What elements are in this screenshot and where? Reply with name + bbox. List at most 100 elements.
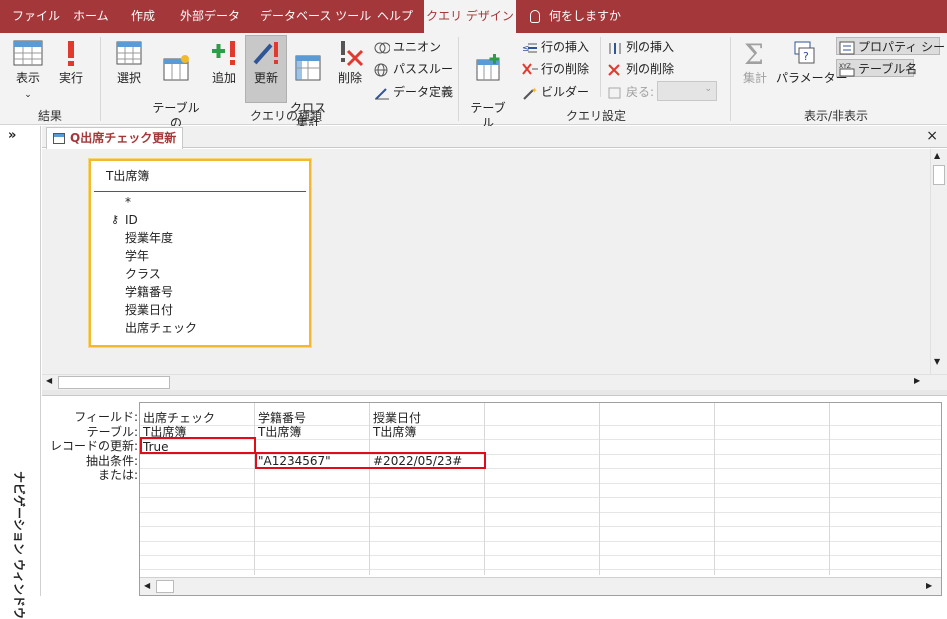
grid-row-labels: フィールド: テーブル: レコードの更新: 抽出条件: または: bbox=[42, 410, 138, 483]
show-hide-group-label: 表示/非表示 bbox=[804, 109, 869, 123]
sigma-icon: Σ bbox=[744, 39, 764, 67]
scroll-up-icon[interactable]: ▲ bbox=[934, 151, 940, 160]
return-dropdown[interactable]: ⌄ bbox=[657, 81, 717, 101]
field-list-item[interactable]: 学年 bbox=[91, 247, 309, 265]
delete-rows-button[interactable]: 行の削除 bbox=[522, 60, 589, 78]
field-list-item[interactable]: 授業日付 bbox=[91, 301, 309, 319]
return-icon bbox=[607, 86, 623, 100]
tab-query-design[interactable]: クエリ デザイン bbox=[424, 0, 516, 33]
upper-vertical-scrollbar[interactable]: ▲ ▼ bbox=[930, 149, 947, 374]
tab-home[interactable]: ホーム bbox=[73, 0, 109, 33]
grid-column[interactable]: 学籍番号 T出席簿 "A1234567" bbox=[255, 403, 370, 575]
scroll-down-icon[interactable]: ▼ bbox=[934, 357, 940, 366]
grid-column[interactable]: 授業日付 T出席簿 #2022/05/23# bbox=[370, 403, 485, 575]
grid-column[interactable] bbox=[600, 403, 715, 575]
tab-help[interactable]: ヘルプ bbox=[377, 0, 413, 33]
crosstab-icon bbox=[295, 55, 321, 81]
exclamation-icon bbox=[68, 41, 74, 66]
field-list-item[interactable]: 学籍番号 bbox=[91, 283, 309, 301]
row-label-table: テーブル: bbox=[86, 424, 138, 439]
make-table-icon bbox=[163, 55, 189, 81]
field-list-item[interactable]: * bbox=[91, 193, 309, 211]
nav-pane-toggle[interactable]: » bbox=[8, 128, 16, 143]
delete-rows-icon bbox=[522, 62, 538, 77]
tab-external-data[interactable]: 外部データ bbox=[180, 0, 240, 33]
scroll-right-icon[interactable]: ▶ bbox=[926, 581, 932, 590]
builder-button[interactable]: ✦ ビルダー bbox=[522, 83, 589, 101]
tab-query-document[interactable]: Q出席チェック更新 bbox=[46, 127, 184, 149]
separator bbox=[730, 37, 731, 121]
grid-column[interactable] bbox=[715, 403, 830, 575]
chevron-down-icon: ⌄ bbox=[24, 90, 32, 100]
table-names-button[interactable]: XYZ テーブル名 bbox=[836, 59, 917, 77]
return-label: 戻る: bbox=[607, 83, 654, 101]
grid-cell-table[interactable]: T出席簿 bbox=[258, 425, 301, 439]
add-table-icon bbox=[476, 54, 500, 81]
append-query-button[interactable]: 追加 bbox=[207, 39, 241, 86]
grid-cell-table[interactable]: T出席簿 bbox=[373, 425, 416, 439]
delete-columns-button[interactable]: 列の削除 bbox=[607, 60, 674, 78]
tab-database-tools[interactable]: データベース ツール bbox=[260, 0, 371, 33]
globe-icon bbox=[374, 63, 390, 77]
tell-me-box[interactable]: 何をしますか bbox=[530, 0, 621, 33]
update-query-button[interactable]: 更新 bbox=[245, 35, 287, 103]
insert-rows-icon: ≤ bbox=[522, 41, 538, 55]
chevron-down-icon: ⌄ bbox=[704, 84, 712, 94]
separator bbox=[100, 37, 101, 121]
delete-columns-icon bbox=[607, 63, 623, 77]
property-sheet-button[interactable]: プロパティ シート bbox=[836, 37, 947, 55]
menu-bar: ファイル ホーム 作成 外部データ データベース ツール ヘルプ クエリ デザイ… bbox=[0, 0, 947, 33]
view-button[interactable]: 表示 ⌄ bbox=[10, 39, 46, 103]
table-field-list[interactable]: T出席簿 * ⚷ ID 授業年度 学年 クラス 学籍番号 授業日付 出席チェック bbox=[89, 159, 311, 347]
builder-wand-icon: ✦ bbox=[522, 86, 538, 100]
scroll-left-icon[interactable]: ◀ bbox=[144, 581, 150, 590]
nav-pane-label[interactable]: ナビゲーション ウィンドウ bbox=[11, 471, 28, 619]
grid-cell-field[interactable]: 授業日付 bbox=[373, 411, 421, 425]
separator bbox=[458, 37, 459, 121]
highlight-criteria bbox=[255, 452, 486, 469]
design-grid: 出席チェック T出席簿 True 学籍番号 T出席簿 "A1234567" 授業… bbox=[139, 402, 942, 596]
field-list-item[interactable]: 出席チェック bbox=[91, 319, 309, 337]
scroll-thumb[interactable] bbox=[58, 376, 170, 389]
key-icon: ⚷ bbox=[111, 213, 120, 226]
field-list-item[interactable]: クラス bbox=[91, 265, 309, 283]
field-list-item[interactable]: 授業年度 bbox=[91, 229, 309, 247]
data-definition-button[interactable]: データ定義 bbox=[374, 83, 453, 101]
scroll-left-icon[interactable]: ◀ bbox=[46, 376, 52, 385]
passthrough-button[interactable]: パススルー bbox=[374, 60, 453, 78]
tab-file[interactable]: ファイル bbox=[12, 0, 60, 33]
select-query-button[interactable]: 選択 bbox=[110, 39, 148, 86]
union-icon bbox=[374, 41, 391, 55]
totals-button[interactable]: Σ 集計 bbox=[738, 39, 772, 86]
grid-column[interactable] bbox=[485, 403, 600, 575]
upper-horizontal-scrollbar[interactable]: ◀ ▶ bbox=[42, 374, 947, 390]
query-icon bbox=[53, 133, 65, 144]
grid-column[interactable] bbox=[830, 403, 941, 575]
tab-create[interactable]: 作成 bbox=[131, 0, 155, 33]
scroll-right-icon[interactable]: ▶ bbox=[914, 376, 920, 385]
parameters-icon: ? bbox=[794, 41, 815, 64]
run-button[interactable]: 実行 bbox=[56, 39, 86, 86]
svg-text:≤: ≤ bbox=[522, 44, 530, 54]
parameters-button[interactable]: ? パラメーター bbox=[776, 39, 848, 86]
insert-rows-button[interactable]: ≤ 行の挿入 bbox=[522, 38, 589, 56]
scroll-thumb[interactable] bbox=[933, 165, 945, 185]
table-title[interactable]: T出席簿 bbox=[94, 161, 306, 192]
insert-columns-button[interactable]: 列の挿入 bbox=[607, 38, 674, 56]
delete-query-button[interactable]: 削除 bbox=[334, 39, 366, 86]
row-label-or: または: bbox=[97, 468, 138, 482]
field-list-item[interactable]: ⚷ ID bbox=[91, 211, 309, 229]
grid-horizontal-scrollbar[interactable]: ◀ ▶ bbox=[140, 577, 941, 595]
lightbulb-icon bbox=[530, 10, 540, 23]
grid-column[interactable]: 出席チェック T出席簿 True bbox=[140, 403, 255, 575]
update-pencil-icon bbox=[253, 42, 278, 65]
scroll-thumb[interactable] bbox=[156, 580, 174, 593]
grid-cell-field[interactable]: 学籍番号 bbox=[258, 411, 306, 425]
document-tab-bar: Q出席チェック更新 × bbox=[42, 126, 947, 149]
grid-cell-field[interactable]: 出席チェック bbox=[143, 411, 215, 425]
union-button[interactable]: ユニオン bbox=[374, 38, 441, 56]
row-label-field: フィールド: bbox=[74, 410, 138, 424]
svg-text:Σ: Σ bbox=[744, 39, 764, 67]
close-icon[interactable]: × bbox=[926, 128, 938, 144]
append-icon bbox=[212, 41, 235, 65]
